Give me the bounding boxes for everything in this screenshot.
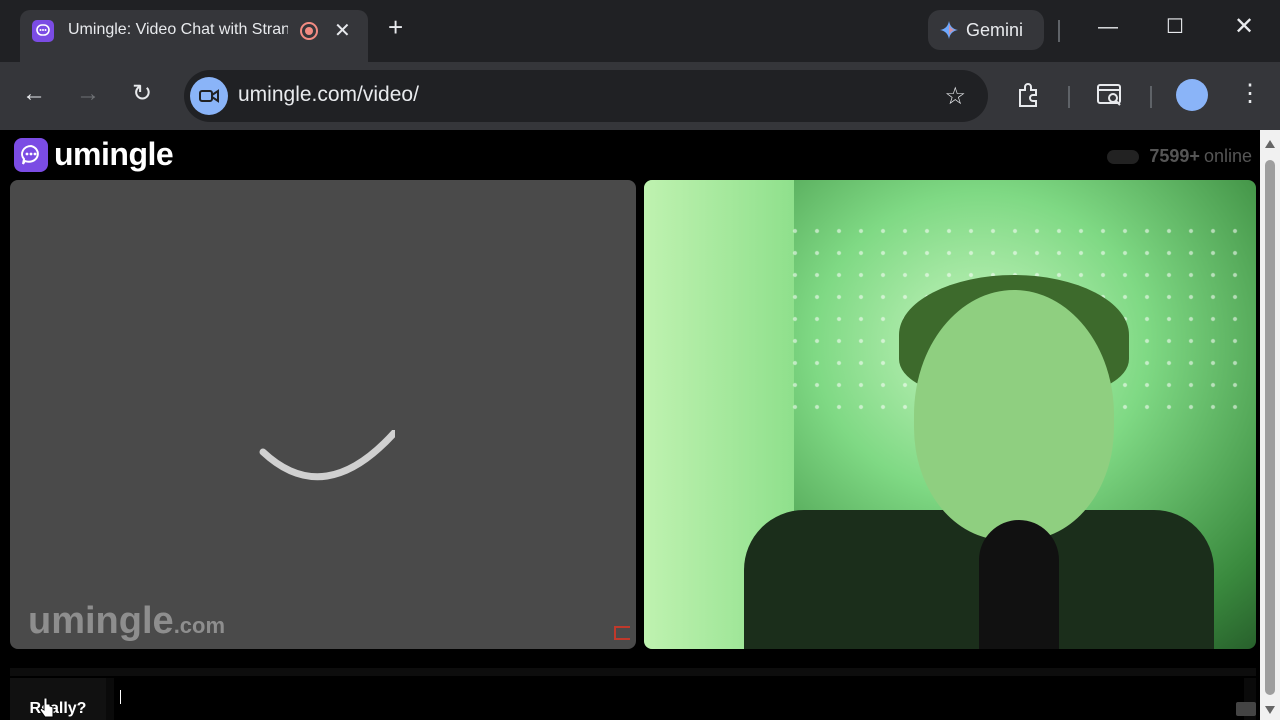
gemini-button[interactable]: Gemini xyxy=(928,10,1044,50)
text-caret xyxy=(120,690,121,704)
gemini-icon xyxy=(940,21,958,39)
extensions-icon[interactable] xyxy=(1016,82,1042,113)
page-content: umingle 7599+ online umingle.com Really? xyxy=(0,130,1260,720)
forward-icon[interactable]: → xyxy=(76,82,100,106)
stop-button[interactable]: Really? xyxy=(10,678,106,720)
minimize-icon[interactable]: — xyxy=(1098,16,1118,39)
video-watermark: umingle.com xyxy=(28,600,225,643)
address-bar[interactable]: umingle.com/video/ ☆ xyxy=(184,70,988,122)
tab-search-icon[interactable] xyxy=(1096,82,1124,113)
scroll-thumb[interactable] xyxy=(1265,160,1275,695)
online-count: 7599+ xyxy=(1149,146,1200,166)
divider xyxy=(1058,20,1060,42)
watermark-suffix: .com xyxy=(173,613,226,638)
scroll-down-icon[interactable] xyxy=(1265,706,1275,714)
profile-avatar-icon[interactable] xyxy=(1176,79,1208,111)
browser-toolbar: ← → ↻ umingle.com/video/ ☆ ⋮ xyxy=(0,62,1280,130)
send-icon[interactable] xyxy=(1236,702,1256,716)
watermark-main: umingle xyxy=(28,600,174,642)
chat-bar: Really? xyxy=(10,678,1256,720)
gemini-label: Gemini xyxy=(966,19,1024,40)
stranger-video: umingle.com xyxy=(10,180,636,649)
site-logo[interactable]: umingle xyxy=(14,136,174,173)
self-video xyxy=(644,180,1256,649)
flag-icon[interactable] xyxy=(614,626,630,640)
page-scrollbar[interactable] xyxy=(1260,130,1280,720)
logo-text: umingle xyxy=(54,136,174,172)
browser-tab-active[interactable]: Umingle: Video Chat with Strangers ✕ xyxy=(20,10,368,62)
divider xyxy=(1150,86,1152,108)
divider xyxy=(1068,86,1070,108)
browser-tab-strip: Umingle: Video Chat with Strangers ✕ + G… xyxy=(0,0,1280,62)
tab-title: Umingle: Video Chat with Strangers xyxy=(68,21,288,38)
scroll-up-icon[interactable] xyxy=(1265,140,1275,148)
theme-toggle[interactable] xyxy=(1107,149,1140,164)
chat-input[interactable] xyxy=(114,678,1244,720)
record-icon xyxy=(300,22,318,40)
more-menu-icon[interactable]: ⋮ xyxy=(1238,82,1262,106)
online-label: online xyxy=(1203,146,1252,166)
online-status: 7599+ online xyxy=(1107,146,1252,167)
back-icon[interactable]: ← xyxy=(22,82,46,106)
url-text[interactable]: umingle.com/video/ xyxy=(238,83,419,107)
star-icon[interactable]: ☆ xyxy=(944,82,966,111)
reload-icon[interactable]: ↻ xyxy=(132,82,152,106)
mouse-cursor-icon xyxy=(40,698,54,718)
chat-log xyxy=(10,668,1256,676)
microphone xyxy=(979,520,1059,649)
chat-bubble-icon xyxy=(14,137,48,172)
maximize-icon[interactable]: ☐ xyxy=(1166,14,1184,39)
close-icon[interactable]: ✕ xyxy=(334,18,351,43)
person-face xyxy=(914,290,1114,540)
new-tab-button[interactable]: + xyxy=(388,14,403,40)
chat-bubble-icon xyxy=(32,20,54,42)
window-close-icon[interactable]: ✕ xyxy=(1234,12,1254,41)
loading-spinner-icon xyxy=(259,430,395,481)
video-camera-icon[interactable] xyxy=(190,77,228,115)
